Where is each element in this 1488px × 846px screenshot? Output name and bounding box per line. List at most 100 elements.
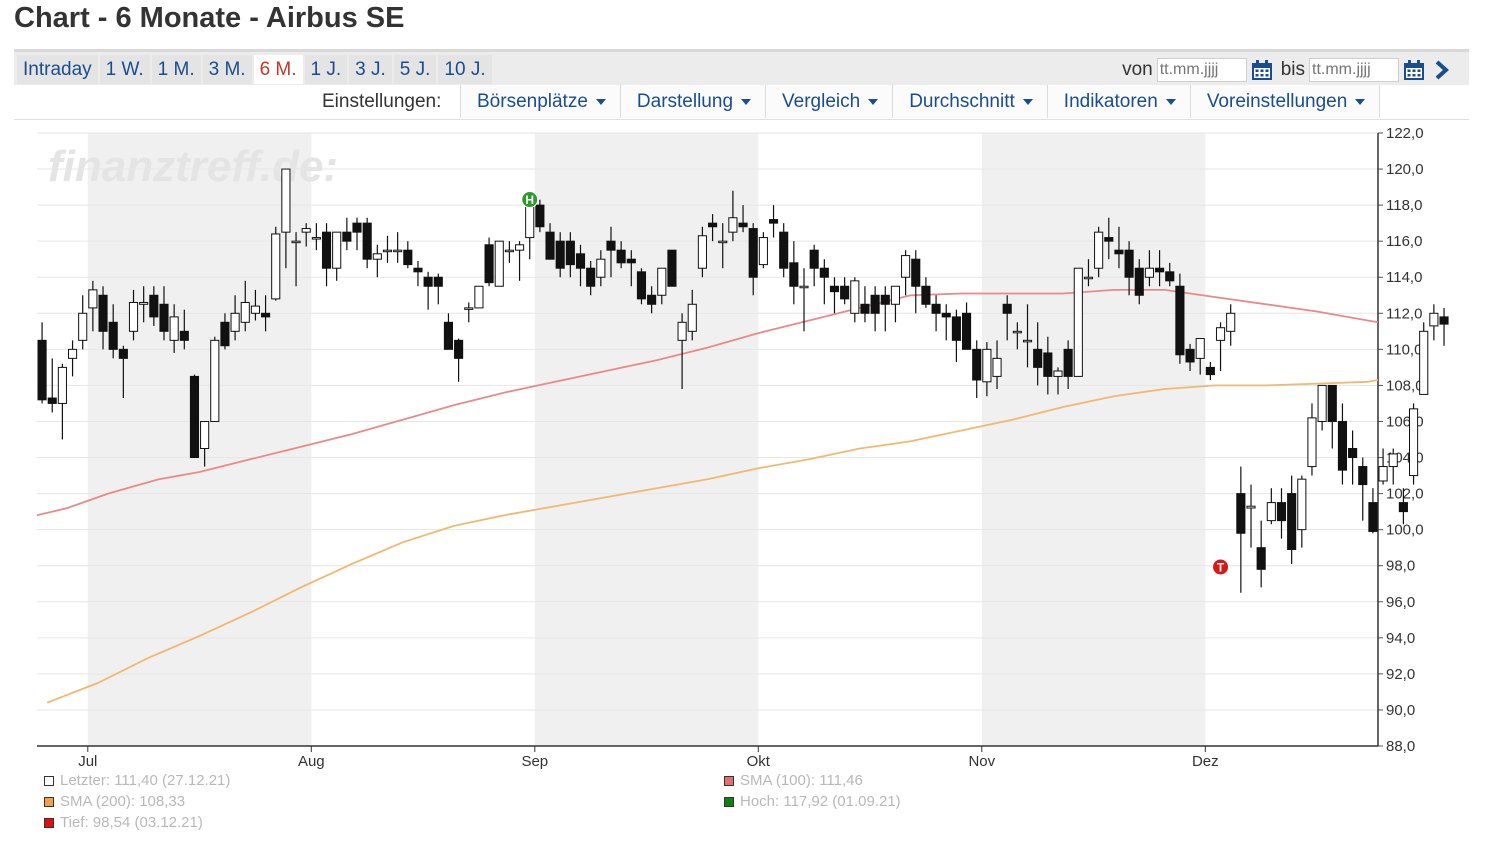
y-tick-label: 108,0 (1386, 377, 1424, 394)
candle-body (1043, 352, 1053, 377)
candle-body (1388, 453, 1398, 468)
candle-body (1205, 366, 1215, 376)
candle-body (535, 204, 545, 228)
candle-body (78, 312, 88, 341)
candle-body (230, 312, 240, 332)
y-tick-label: 96,0 (1386, 594, 1415, 611)
candle-body (819, 267, 829, 278)
candle-body (281, 168, 291, 233)
candle-body (1256, 547, 1266, 570)
y-tick-label: 114,0 (1386, 269, 1422, 286)
candle-body (220, 321, 230, 347)
month-shade (981, 133, 1206, 746)
candle-body (575, 253, 586, 269)
candle-body (1297, 478, 1307, 531)
y-tick-label: 88,0 (1386, 738, 1415, 755)
month-shade (534, 133, 759, 746)
legend-swatch (44, 796, 54, 807)
candle-body (870, 294, 880, 314)
candle-body (708, 222, 718, 228)
price-chart: finanztreff.de: 88,0 90,0 92,0 94,0 96,0 98,0 1… (36, 125, 1449, 770)
candle-body (37, 339, 47, 401)
legend-last: Letzter: 111,40 (27.12.21) (44, 772, 230, 789)
low-marker-label: T (1217, 560, 1225, 574)
candle-body (47, 397, 57, 404)
candle-body (860, 303, 870, 314)
candle-body (789, 262, 799, 287)
candle-body (362, 222, 372, 260)
candle-body (1337, 420, 1348, 471)
candle-body (606, 240, 616, 251)
legend-text: Letzter: 111,40 (27.12.21) (60, 772, 231, 789)
watermark-text: finanztreff.de: (48, 142, 338, 191)
x-tick-label: Dez (1192, 753, 1219, 770)
candle-body (169, 316, 179, 341)
candle-body (1144, 267, 1154, 278)
candle-body (768, 219, 779, 224)
x-tick-label: Nov (968, 753, 995, 770)
candle-body (1429, 312, 1439, 327)
candle-body (240, 301, 250, 323)
candle-body (1012, 330, 1022, 334)
candle-body (250, 305, 260, 314)
candle-body (1419, 330, 1429, 395)
legend-swatch (44, 817, 54, 828)
candle-body (657, 267, 667, 296)
candle-body (880, 294, 890, 305)
legend-text: Tief: 98,54 (03.12.21) (60, 814, 203, 831)
candle-body (139, 301, 149, 305)
candle-body (128, 301, 139, 332)
x-tick-label: Okt (747, 753, 771, 770)
candle-body (1175, 285, 1185, 356)
candle-body (200, 420, 210, 450)
candle-body (1033, 348, 1043, 368)
y-tick-label: 118,0 (1386, 197, 1422, 214)
x-tick-label: Aug (298, 753, 325, 770)
candle-body (494, 240, 504, 287)
candle-body (1439, 316, 1449, 325)
candle-body (850, 280, 860, 314)
y-tick-label: 110,0 (1386, 341, 1422, 358)
candle-body (1398, 502, 1408, 513)
candle-body (271, 233, 281, 300)
candle-body (443, 321, 454, 350)
candle-body (626, 258, 636, 264)
candle-body (728, 217, 738, 233)
candle-body (149, 294, 159, 318)
candle-body (911, 258, 921, 287)
candle-body (1246, 505, 1256, 509)
candle-body (321, 231, 332, 269)
candle-body (504, 249, 514, 253)
candle-body (697, 235, 707, 269)
candle-body (748, 228, 758, 278)
candle-body (647, 294, 657, 305)
x-tick-label: Jul (78, 753, 97, 770)
candle-body (1276, 502, 1287, 522)
candle-body (342, 231, 352, 242)
candle-body (931, 303, 941, 314)
candle-body (311, 237, 321, 240)
candle-body (484, 244, 494, 284)
candle-body (961, 312, 972, 350)
legend-sma200: SMA (200): 108,33 (44, 793, 185, 810)
candle-body (1165, 271, 1175, 282)
candle-body (555, 240, 565, 269)
candle-body (951, 316, 961, 341)
y-tick-label: 94,0 (1386, 630, 1415, 647)
candle-body (636, 271, 647, 300)
candle-body (210, 339, 220, 422)
candle-body (1073, 267, 1083, 377)
candle-body (921, 285, 931, 305)
candle-body (1317, 384, 1327, 422)
candle-body (1358, 466, 1368, 486)
candle-body (718, 240, 728, 244)
candle-body (941, 312, 951, 318)
month-shade (87, 133, 312, 746)
candle-body (1155, 267, 1165, 273)
y-tick-label: 90,0 (1386, 702, 1415, 719)
candle-body (1236, 493, 1246, 534)
candle-body (1022, 339, 1033, 343)
candle-body (1408, 408, 1419, 477)
y-tick-label: 120,0 (1386, 161, 1424, 178)
candle-body (291, 240, 301, 244)
